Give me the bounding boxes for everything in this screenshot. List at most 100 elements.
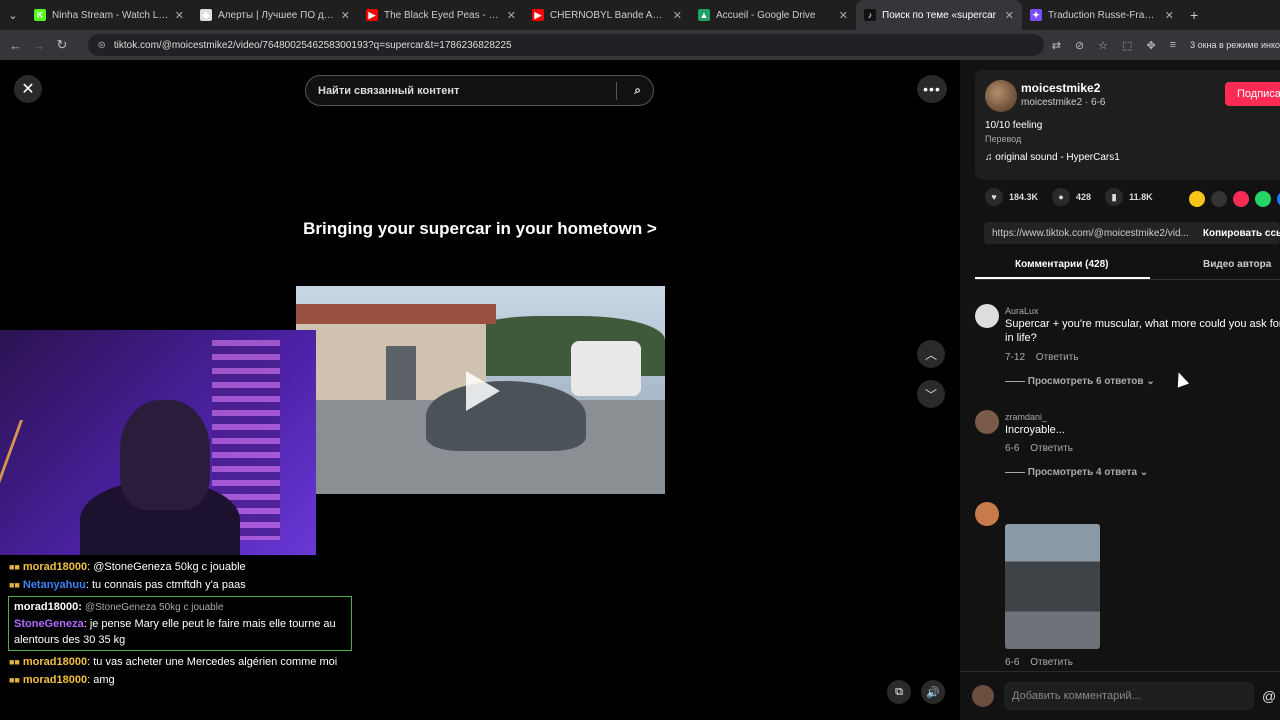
copy-link-button[interactable]: Копировать ссь xyxy=(1203,228,1280,239)
details-panel: moicestmike2 moicestmike2 · 6-6 Подписа … xyxy=(960,60,1280,720)
chat-message: @StoneGeneza 50kg c jouable xyxy=(93,561,246,573)
music-title: original sound - HyperCars1 xyxy=(995,152,1120,163)
more-options-icon[interactable]: ••• xyxy=(917,75,947,103)
previous-video-icon[interactable]: ︿ xyxy=(917,340,945,368)
eye-off-icon[interactable]: ⊘ xyxy=(1075,39,1084,52)
chat-reply-user[interactable]: morad18000: xyxy=(14,601,82,613)
tab-comments[interactable]: Комментарии (428) xyxy=(1015,259,1108,270)
follow-button[interactable]: Подписа xyxy=(1225,82,1280,106)
view-replies-label: Просмотреть 4 ответа xyxy=(1027,467,1137,478)
comment-avatar[interactable] xyxy=(975,304,999,328)
tab-title: Ninha Stream - Watch Live on xyxy=(52,9,169,21)
author-avatar[interactable] xyxy=(985,80,1017,112)
incognito-indicator[interactable]: 3 окна в режиме инко xyxy=(1190,40,1280,50)
puzzle-icon[interactable]: ✥ xyxy=(1146,39,1155,52)
browser-tab[interactable]: ▲ Accueil - Google Drive ✕ xyxy=(690,0,856,30)
comment-user[interactable]: AuraLux xyxy=(1005,306,1039,316)
comment-text: Supercar + you're muscular, what more co… xyxy=(1005,318,1280,344)
pip-icon[interactable]: ⧉ xyxy=(887,680,911,704)
search-icon[interactable]: ⌕ xyxy=(634,83,641,98)
url-text: tiktok.com/@moicestmike2/video/764800254… xyxy=(113,39,512,51)
reply-button[interactable]: Ответить xyxy=(1030,443,1073,454)
heart-icon: ♥ xyxy=(985,188,1003,206)
forward-icon[interactable]: → xyxy=(27,38,50,53)
tab-author-videos[interactable]: Видео автора xyxy=(1203,259,1271,270)
next-video-icon[interactable]: ﹀ xyxy=(917,380,945,408)
video-supercar xyxy=(426,381,586,451)
chat-reply-context: morad18000: @StoneGeneza 50kg c jouable xyxy=(14,599,346,616)
media-icon[interactable]: ≡ xyxy=(1170,39,1176,51)
chat-line: ■■ morad18000: tu vas acheter une Mercede… xyxy=(9,656,338,668)
video-link-text[interactable]: https://www.tiktok.com/@moicestmike2/vid… xyxy=(992,228,1189,239)
chat-username[interactable]: morad18000 xyxy=(23,674,87,686)
translate-icon[interactable]: ⇄ xyxy=(1052,39,1061,52)
embed-icon[interactable] xyxy=(1211,191,1227,207)
tab-search-icon[interactable]: ⌄ xyxy=(0,0,26,30)
like-button[interactable]: ♥ 184.3K xyxy=(985,188,1038,206)
save-button[interactable]: ▮ 11.8K xyxy=(1105,188,1153,206)
browser-tab[interactable]: ▶ The Black Eyed Peas - Meet Me ✕ xyxy=(358,0,524,30)
url-field[interactable]: ⊜ tiktok.com/@moicestmike2/video/7648002… xyxy=(87,34,1044,56)
chat-line: ■■ morad18000: @StoneGeneza 50kg c jouabl… xyxy=(9,561,246,573)
view-replies-button[interactable]: —— Просмотреть 4 ответа ⌄ xyxy=(1005,467,1148,478)
tab-close-icon[interactable]: ✕ xyxy=(175,9,184,22)
comment-user[interactable]: zramdani_ xyxy=(1005,412,1047,422)
comment-image[interactable] xyxy=(1005,524,1100,649)
whatsapp-icon[interactable] xyxy=(1255,191,1271,207)
panel-tabs: Комментарии (428) Видео автора xyxy=(975,256,1280,280)
share-repost-icon[interactable] xyxy=(1189,191,1205,207)
comment-avatar[interactable] xyxy=(975,502,999,526)
tab-favicon-icon: ♪ xyxy=(864,9,876,21)
site-info-icon[interactable]: ⊜ xyxy=(98,40,106,51)
play-icon[interactable] xyxy=(466,371,500,411)
browser-tab[interactable]: ▶ CHERNOBYL Bande Annonce V ✕ xyxy=(524,0,690,30)
comment-button[interactable]: ● 428 xyxy=(1052,188,1091,206)
comment-avatar[interactable] xyxy=(975,410,999,434)
browser-tab[interactable]: ✦ Traduction Russe-Français de ✕ xyxy=(1022,0,1182,30)
chat-username[interactable]: StoneGeneza xyxy=(14,618,84,630)
volume-icon[interactable]: 🔊 xyxy=(921,680,945,704)
chat-line: ■■ Netanyahuu: tu connais pas ctmftdh y'a… xyxy=(9,579,246,591)
related-search-input[interactable]: Найти связанный контент ⌕ xyxy=(305,75,654,106)
browser-tab[interactable]: ◆ Алерты | Лучшее ПО для улуч ✕ xyxy=(192,0,358,30)
tab-close-icon[interactable]: ✕ xyxy=(1005,9,1014,22)
webcam-neon-light xyxy=(0,420,51,530)
send-icon[interactable] xyxy=(1233,191,1249,207)
video-frame[interactable] xyxy=(296,286,665,494)
author-name[interactable]: moicestmike2 xyxy=(1021,81,1100,95)
browser-tab[interactable]: K Ninha Stream - Watch Live on ✕ xyxy=(26,0,192,30)
current-user-avatar xyxy=(972,685,994,707)
extension-icon[interactable]: ⬚ xyxy=(1122,39,1132,52)
back-icon[interactable]: ← xyxy=(4,38,27,53)
chat-badge-icon: ■■ xyxy=(9,675,20,685)
bookmark-star-icon[interactable]: ☆ xyxy=(1098,39,1108,52)
music-link[interactable]: ♫ original sound - HyperCars1 xyxy=(985,152,1120,163)
translate-link[interactable]: Перевод xyxy=(985,134,1021,144)
chat-username[interactable]: Netanyahuu xyxy=(23,579,86,591)
close-icon[interactable]: ✕ xyxy=(14,75,42,103)
tab-close-icon[interactable]: ✕ xyxy=(507,9,516,22)
comment-date: 7-12 xyxy=(1005,352,1026,363)
tab-close-icon[interactable]: ✕ xyxy=(673,9,682,22)
chat-username[interactable]: morad18000 xyxy=(23,656,87,668)
comment-meta: 7-12 Ответить xyxy=(1005,352,1079,363)
add-comment-input[interactable]: Добавить комментарий... xyxy=(1004,682,1254,710)
comment-date: 6-6 xyxy=(1005,657,1020,668)
tab-close-icon[interactable]: ✕ xyxy=(341,9,350,22)
chat-username[interactable]: morad18000 xyxy=(23,561,87,573)
video-gate xyxy=(386,346,416,406)
author-handle: moicestmike2 · 6-6 xyxy=(1021,97,1106,108)
mention-icon[interactable]: @ xyxy=(1262,688,1276,704)
tab-favicon-icon: ◆ xyxy=(200,9,212,21)
tab-title: The Black Eyed Peas - Meet Me xyxy=(384,9,501,21)
comment-count: 428 xyxy=(1076,192,1092,202)
reload-icon[interactable]: ↻ xyxy=(50,37,73,53)
reply-button[interactable]: Ответить xyxy=(1030,657,1073,668)
tab-close-icon[interactable]: ✕ xyxy=(1165,9,1174,22)
new-tab-icon[interactable]: + xyxy=(1190,7,1198,23)
tab-close-icon[interactable]: ✕ xyxy=(839,9,848,22)
reply-button[interactable]: Ответить xyxy=(1036,352,1079,363)
view-replies-button[interactable]: —— Просмотреть 6 ответов ⌄ xyxy=(1005,376,1155,387)
browser-tab[interactable]: ♪ Поиск по теме «supercar ✕ xyxy=(856,0,1022,30)
tab-favicon-icon: K xyxy=(34,9,46,21)
